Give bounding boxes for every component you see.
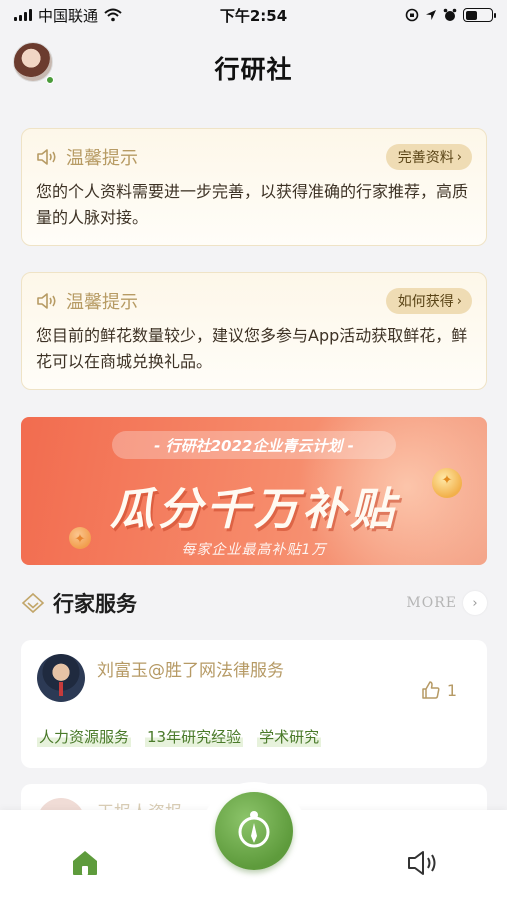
complete-profile-button[interactable]: 完善资料 › [385, 144, 472, 170]
more-label: MORE [406, 595, 457, 611]
top-header: 行研社 [0, 34, 507, 96]
expert-tags: 人力资源服务 13年研究经验 学术研究 [37, 726, 322, 747]
status-bar: 中国联通 下午2:54 [0, 0, 507, 30]
thumbs-up-icon [422, 681, 440, 699]
like-count: 1 [446, 680, 457, 700]
page-title: 行研社 [214, 55, 293, 84]
expert-tag: 学术研究 [257, 726, 322, 747]
tip-card-profile: 温馨提示 完善资料 › 您的个人资料需要进一步完善，以获得准确的行家推荐，高质量… [21, 128, 487, 246]
banner-subline: 每家企业最高补贴1万 [181, 542, 327, 558]
expert-tag: 人力资源服务 [37, 726, 132, 747]
expert-tag: 13年研究经验 [145, 726, 244, 747]
nav-center-button[interactable] [215, 792, 293, 870]
banner-headline: 瓜分千万补贴 [110, 484, 398, 535]
compass-icon [238, 811, 270, 848]
tip-card-flowers: 温馨提示 如何获得 › 您目前的鲜花数量较少，建议您多参与App活动获取鲜花，鲜… [21, 272, 487, 390]
expert-services-header: 行家服务 MORE › [21, 586, 487, 620]
more-link[interactable]: MORE › [406, 591, 487, 615]
tip-title: 温馨提示 [66, 292, 138, 313]
tip-card-header: 温馨提示 完善资料 › [36, 143, 472, 171]
section-title: 行家服务 [53, 592, 137, 616]
expert-name: 刘富玉@胜了网法律服务 [97, 661, 284, 681]
status-time: 下午2:54 [219, 6, 288, 25]
promo-banner[interactable]: - 行研社2022企业青云计划 - 瓜分千万补贴 每家企业最高补贴1万 [21, 417, 487, 565]
expert-card[interactable]: 刘富玉@胜了网法律服务 1 人力资源服务 13年研究经验 学术研究 [21, 640, 487, 768]
tip-title-group: 温馨提示 [36, 288, 138, 314]
complete-profile-label: 完善资料 [397, 150, 454, 166]
tip-text: 您的个人资料需要进一步完善，以获得准确的行家推荐，高质量的人脉对接。 [36, 182, 469, 227]
tip-text: 您目前的鲜花数量较少，建议您多参与App活动获取鲜花，鲜花可以在商城兑换礼品。 [36, 326, 468, 371]
home-icon[interactable] [70, 848, 100, 878]
tip-title: 温馨提示 [66, 148, 138, 169]
chevron-right-icon: › [456, 149, 462, 165]
diamond-icon [21, 592, 45, 614]
expert-avatar [37, 654, 85, 702]
megaphone-icon[interactable] [406, 848, 440, 878]
tip-title-group: 温馨提示 [36, 144, 138, 170]
speaker-icon [37, 149, 56, 165]
chevron-right-icon: › [456, 293, 462, 309]
section-title-group: 行家服务 [21, 588, 137, 618]
tip-card-header: 温馨提示 如何获得 › [36, 287, 472, 315]
like-button[interactable]: 1 [421, 680, 457, 700]
battery-fill [465, 10, 477, 20]
banner-tag: - 行研社2022企业青云计划 - [112, 431, 396, 459]
chevron-right-icon: › [463, 591, 487, 615]
battery-icon [463, 8, 496, 22]
how-to-get-label: 如何获得 [397, 294, 454, 310]
speaker-icon [37, 293, 56, 309]
how-to-get-button[interactable]: 如何获得 › [385, 288, 472, 314]
